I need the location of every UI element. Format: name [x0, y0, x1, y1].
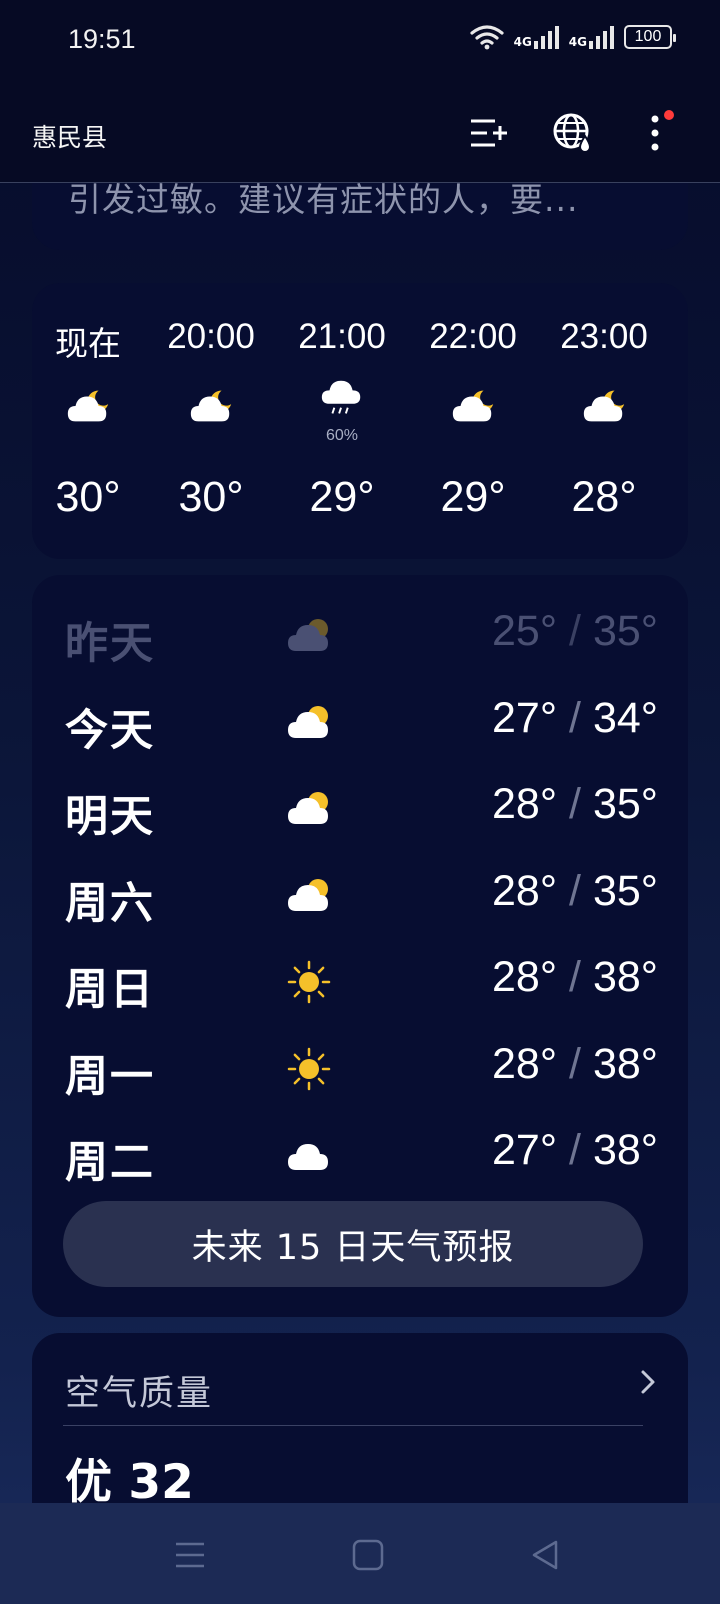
- low-temp: 28°: [491, 780, 558, 828]
- high-temp: 35°: [592, 607, 658, 655]
- low-temp: 27°: [491, 693, 558, 742]
- status-time: 19:51: [68, 24, 136, 54]
- temp-separator: /: [569, 1039, 581, 1088]
- partly-cloudy-night-icon: [64, 383, 112, 431]
- daily-row[interactable]: 今天 27°/34°: [32, 680, 688, 766]
- air-quality-card[interactable]: 空气质量 优 32: [32, 1333, 688, 1503]
- high-temp: 38°: [592, 1126, 658, 1174]
- hourly-forecast-card[interactable]: 现在 30° 20:00 30° 21:00 60% 29° 22:00 29° 23:00 28°: [32, 283, 688, 559]
- day-name: 周二: [65, 1138, 155, 1188]
- more-vertical-icon: [651, 115, 659, 151]
- day-temperature-range: 28°/38°: [492, 1040, 658, 1089]
- daily-row[interactable]: 周二 27°/38°: [32, 1112, 688, 1198]
- battery-icon: 100: [624, 25, 676, 49]
- health-advice-card[interactable]: 引发过敏。建议有症状的人，要...: [32, 183, 688, 250]
- day-name: 周六: [65, 878, 155, 929]
- hour-temperature: 28°: [571, 473, 637, 521]
- partly-cloudy-night-icon: [187, 383, 235, 431]
- precipitation-chance: 60%: [325, 427, 359, 444]
- high-temp: 38°: [592, 1039, 658, 1088]
- day-temperature-range: 25°/35°: [492, 607, 658, 656]
- partly-cloudy-icon: [284, 698, 334, 748]
- wifi-icon: [469, 25, 504, 50]
- hour-temperature: 29°: [440, 473, 506, 521]
- health-advice-text: 引发过敏。建议有症状的人，要...: [68, 183, 579, 219]
- daily-row[interactable]: 周一 28°/38°: [32, 1026, 688, 1112]
- high-temp: 35°: [592, 780, 658, 828]
- day-temperature-range: 27°/34°: [492, 694, 658, 743]
- low-temp: 28°: [491, 953, 558, 1001]
- hour-time: 22:00: [429, 317, 517, 356]
- temp-separator: /: [569, 1126, 581, 1174]
- chevron-right-icon: [641, 1370, 655, 1394]
- hour-time: 现在: [55, 324, 121, 363]
- air-quality-value: 优 32: [65, 1455, 194, 1503]
- hour-time: 20:00: [167, 317, 255, 356]
- day-name: 昨天: [65, 619, 155, 669]
- menu-nav-icon[interactable]: [170, 1535, 210, 1575]
- low-temp: 28°: [491, 866, 558, 915]
- app-header: 惠民县: [0, 82, 720, 183]
- partly-cloudy-icon: [284, 611, 334, 661]
- partly-cloudy-icon: [284, 784, 334, 834]
- partly-cloudy-night-icon: [449, 383, 497, 431]
- partly-cloudy-icon: [284, 871, 334, 921]
- signal-strength-icon-2: 4G: [569, 25, 614, 49]
- 15-day-forecast-button[interactable]: 未来 15 日天气预报: [63, 1201, 643, 1287]
- high-temp: 38°: [592, 953, 658, 1001]
- signal-strength-icon: 4G: [514, 25, 559, 49]
- day-name: 明天: [65, 792, 155, 842]
- daily-row[interactable]: 昨天 25°/35°: [32, 593, 688, 679]
- air-quality-title: 空气质量: [65, 1374, 214, 1414]
- temp-separator: /: [569, 693, 581, 742]
- high-temp: 34°: [592, 693, 658, 742]
- home-nav-icon[interactable]: [348, 1535, 388, 1575]
- world-weather-button[interactable]: [550, 110, 596, 156]
- daily-forecast-card: 昨天 25°/35° 今天 27°/34° 明天 28°/35° 周六 28°/35° 周日 28…: [32, 575, 688, 1317]
- more-options-button[interactable]: [632, 110, 678, 156]
- temp-separator: /: [569, 953, 581, 1001]
- low-temp: 27°: [491, 1126, 558, 1174]
- rain-icon: [318, 375, 366, 423]
- daily-row[interactable]: 周六 28°/35°: [32, 853, 688, 939]
- hour-time: 21:00: [298, 317, 386, 356]
- cloudy-icon: [284, 1130, 334, 1180]
- status-bar: 19:51 4G 4G 100: [0, 0, 720, 82]
- day-temperature-range: 28°/35°: [492, 780, 658, 829]
- low-temp: 25°: [491, 607, 558, 655]
- sunny-icon: [284, 1044, 334, 1094]
- day-temperature-range: 27°/38°: [492, 1126, 658, 1175]
- day-temperature-range: 28°/35°: [492, 867, 658, 916]
- hour-time: 23:00: [560, 317, 648, 356]
- hour-temperature: 29°: [309, 473, 375, 521]
- day-name: 周日: [65, 965, 155, 1015]
- temp-separator: /: [569, 780, 581, 828]
- sunny-icon: [284, 957, 334, 1007]
- daily-row[interactable]: 周日 28°/38°: [32, 939, 688, 1025]
- day-name: 今天: [65, 705, 155, 756]
- hour-temperature: 30°: [178, 473, 244, 521]
- city-name[interactable]: 惠民县: [32, 118, 107, 154]
- low-temp: 28°: [491, 1039, 558, 1088]
- high-temp: 35°: [592, 866, 658, 915]
- day-temperature-range: 28°/38°: [492, 953, 658, 1002]
- temp-separator: /: [569, 866, 581, 915]
- add-list-icon: [471, 119, 507, 147]
- daily-row[interactable]: 明天 28°/35°: [32, 766, 688, 852]
- partly-cloudy-night-icon: [580, 383, 628, 431]
- add-city-button[interactable]: [466, 110, 512, 156]
- divider: [63, 1425, 643, 1426]
- system-nav-bar: [0, 1503, 720, 1604]
- status-icons: 4G 4G 100: [469, 24, 676, 50]
- globe-drop-icon: [553, 113, 592, 153]
- notification-dot: [664, 110, 674, 120]
- temp-separator: /: [569, 607, 581, 655]
- hour-temperature: 30°: [55, 473, 121, 521]
- scroll-content[interactable]: 引发过敏。建议有症状的人，要... 现在 30° 20:00 30° 21:00 60% 2…: [0, 183, 720, 1503]
- back-nav-icon[interactable]: [526, 1535, 566, 1575]
- day-name: 周一: [65, 1051, 155, 1102]
